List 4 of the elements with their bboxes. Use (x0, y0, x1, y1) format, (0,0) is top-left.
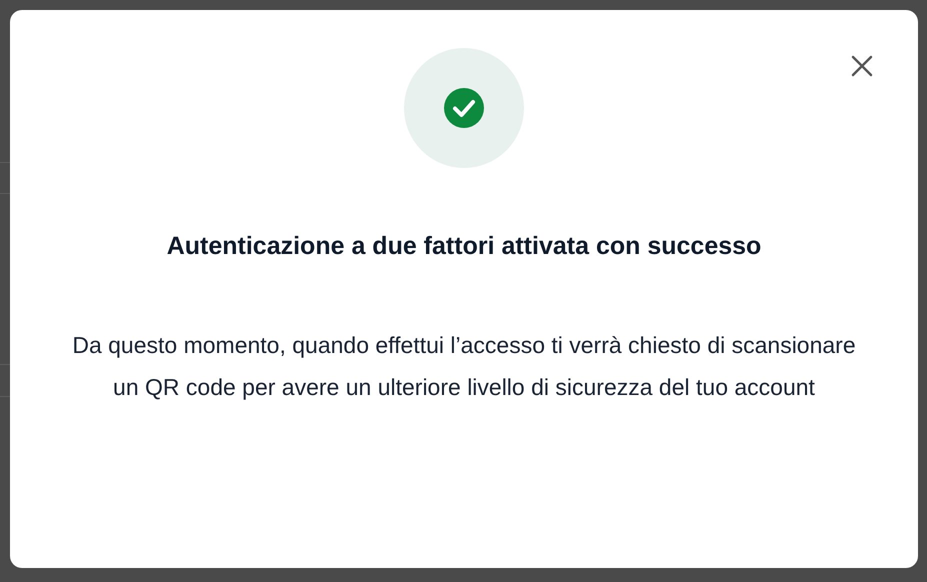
close-icon (851, 55, 873, 77)
dialog-title: Autenticazione a due fattori attivata con successo (166, 231, 762, 262)
dialog-message: Da questo momento, quando effettui l’accesso ti verrà chiesto di scansionare un QR code per avere un ulteriore livello di sicurezza del tuo account (71, 331, 857, 402)
check-icon (444, 88, 484, 128)
